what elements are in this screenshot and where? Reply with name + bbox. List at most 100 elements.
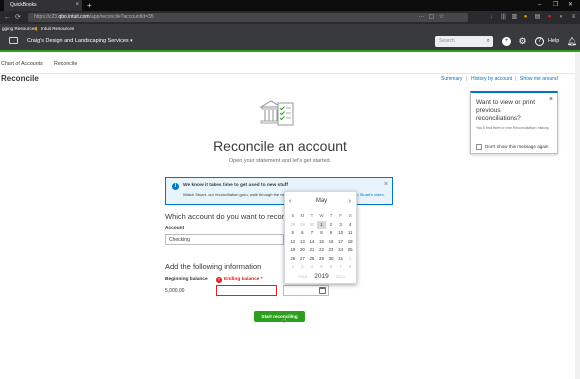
browser-tab[interactable]: QuickBooks × (4, 0, 82, 11)
adblock-icon[interactable]: ● (546, 14, 553, 21)
calendar-day[interactable]: 5 (317, 263, 327, 272)
close-window-icon[interactable]: ✕ (568, 0, 573, 11)
more-icon[interactable]: ··· (418, 14, 425, 21)
search-input[interactable]: Search ⌕ (435, 36, 493, 47)
calendar-day[interactable]: 29 (298, 221, 308, 230)
calendar-day[interactable]: 7 (307, 229, 317, 238)
page-scrollbar[interactable] (575, 52, 580, 379)
show-me-around-link[interactable]: Show me around (520, 76, 558, 82)
calendar-icon[interactable] (319, 287, 326, 294)
weekday-label: S (291, 213, 295, 218)
calendar-day[interactable]: 12 (288, 238, 298, 247)
extension-icon[interactable]: ● (522, 14, 529, 21)
star-icon[interactable]: ☆ (438, 14, 445, 21)
calendar-day[interactable]: 25 (345, 246, 355, 255)
calendar-day[interactable]: 28 (307, 255, 317, 264)
calendar-day[interactable]: 1 (316, 220, 327, 229)
calendar-day[interactable]: 11 (345, 229, 355, 238)
calendar-day[interactable]: 29 (317, 255, 327, 264)
calendar-day[interactable]: 2 (326, 221, 336, 230)
maximize-icon[interactable]: ❐ (553, 0, 558, 11)
reload-icon[interactable]: ⟳ (15, 11, 21, 24)
calendar-week: 5 6 7 8 9 10 11 (288, 229, 355, 238)
calendar-day[interactable]: 3 (336, 221, 346, 230)
bookmark-item[interactable]: Intuit Resources (41, 24, 74, 33)
calendar-day[interactable]: 4 (345, 221, 355, 230)
dont-show-checkbox[interactable] (476, 144, 482, 150)
calendar-day[interactable]: 6 (298, 229, 308, 238)
calendar-day[interactable]: 3 (298, 263, 308, 272)
year-current[interactable]: 2019 (314, 273, 328, 280)
url-bar[interactable]: https://c23.qbo.intuit.com/app/reconcile… (28, 13, 468, 22)
year-next[interactable]: 2020 (336, 274, 345, 279)
calendar-day[interactable]: 9 (326, 229, 336, 238)
library-icon[interactable]: ||| (500, 14, 507, 21)
calendar-day[interactable]: 22 (317, 246, 327, 255)
close-icon[interactable]: × (384, 181, 388, 188)
calendar-day[interactable]: 10 (336, 229, 346, 238)
calendar-day[interactable]: 21 (307, 246, 317, 255)
calendar-day[interactable]: 27 (298, 255, 308, 264)
minimize-icon[interactable]: – (538, 0, 541, 11)
calendar-day[interactable]: 14 (307, 238, 317, 247)
download-icon[interactable]: ↓ (488, 14, 495, 21)
calendar-day[interactable]: 28 (288, 221, 298, 230)
dont-show-label[interactable]: Don't show this message again (485, 144, 548, 149)
calendar-day[interactable]: 26 (288, 255, 298, 264)
help-icon[interactable]: ? (535, 37, 544, 46)
calendar-day[interactable]: 15 (317, 238, 327, 247)
link-separator: | (466, 76, 468, 82)
tab-title: QuickBooks (10, 2, 37, 8)
start-reconciling-button[interactable]: Start reconciling (254, 311, 305, 322)
calendar-day[interactable]: 6 (326, 263, 336, 272)
help-label[interactable]: Help (548, 33, 559, 50)
calendar-day[interactable]: 5 (288, 229, 298, 238)
calendar-day[interactable]: 30 (326, 255, 336, 264)
calendar-day[interactable]: 23 (326, 246, 336, 255)
tab-close-icon[interactable]: × (75, 0, 79, 11)
browser-tab-bar: QuickBooks × + – ❐ ✕ (0, 0, 580, 11)
back-icon[interactable]: ← (4, 11, 11, 24)
account-icon[interactable]: ◐ (558, 14, 565, 21)
new-tab-button[interactable]: + (87, 0, 92, 11)
company-menu[interactable]: Craig's Design and Landscaping Services … (27, 33, 133, 50)
company-icon[interactable] (9, 37, 18, 44)
next-month-icon[interactable]: › (349, 198, 351, 205)
history-by-account-link[interactable]: History by account (471, 76, 512, 82)
calendar-day[interactable]: 20 (298, 246, 308, 255)
year-prev[interactable]: 2018 (298, 274, 307, 279)
calendar-day[interactable]: 18 (345, 238, 355, 247)
weekday-label: T (329, 213, 333, 218)
calendar-day[interactable]: 8 (345, 263, 355, 272)
calendar-day[interactable]: 2 (288, 263, 298, 272)
calendar-day[interactable]: 7 (336, 263, 346, 272)
calendar-day[interactable]: 31 (336, 255, 346, 264)
summary-link[interactable]: Summary (441, 76, 462, 82)
calendar-day[interactable]: 17 (336, 238, 346, 247)
sidebar-icon[interactable]: ▥ (511, 14, 518, 21)
subnav-chart-of-accounts[interactable]: Chart of Accounts (1, 52, 43, 76)
calendar-day[interactable]: 24 (336, 246, 346, 255)
close-icon[interactable]: × (549, 96, 553, 103)
bell-icon[interactable]: 🔔︎ (567, 37, 577, 46)
calendar-day[interactable]: 4 (307, 263, 317, 272)
bookmarks-bar: gging Resources ▮ Intuit Resources (0, 24, 580, 33)
calendar-day[interactable]: 19 (288, 246, 298, 255)
calendar-day[interactable]: 16 (326, 238, 336, 247)
calendar-day[interactable]: 13 (298, 238, 308, 247)
calendar-day[interactable]: 30 (307, 221, 317, 230)
calendar-day[interactable]: 1 (345, 255, 355, 264)
bookmark-item[interactable]: gging Resources (2, 24, 36, 33)
plus-icon[interactable]: + (502, 37, 511, 46)
gear-icon[interactable]: ⚙ (518, 37, 527, 46)
calendar-day[interactable]: 8 (317, 229, 327, 238)
page-title: Reconcile (1, 74, 39, 83)
account-select[interactable]: Checking (165, 234, 284, 245)
extension2-icon[interactable]: ▤ (534, 14, 541, 21)
ending-balance-input[interactable] (216, 285, 277, 296)
subnav-reconcile[interactable]: Reconcile (54, 52, 77, 76)
menu-icon[interactable]: ≡ (570, 14, 577, 21)
search-icon[interactable]: ⌕ (487, 36, 490, 47)
info-section-heading: Add the following information (165, 262, 262, 271)
pocket-icon[interactable]: ▢ (428, 14, 435, 21)
